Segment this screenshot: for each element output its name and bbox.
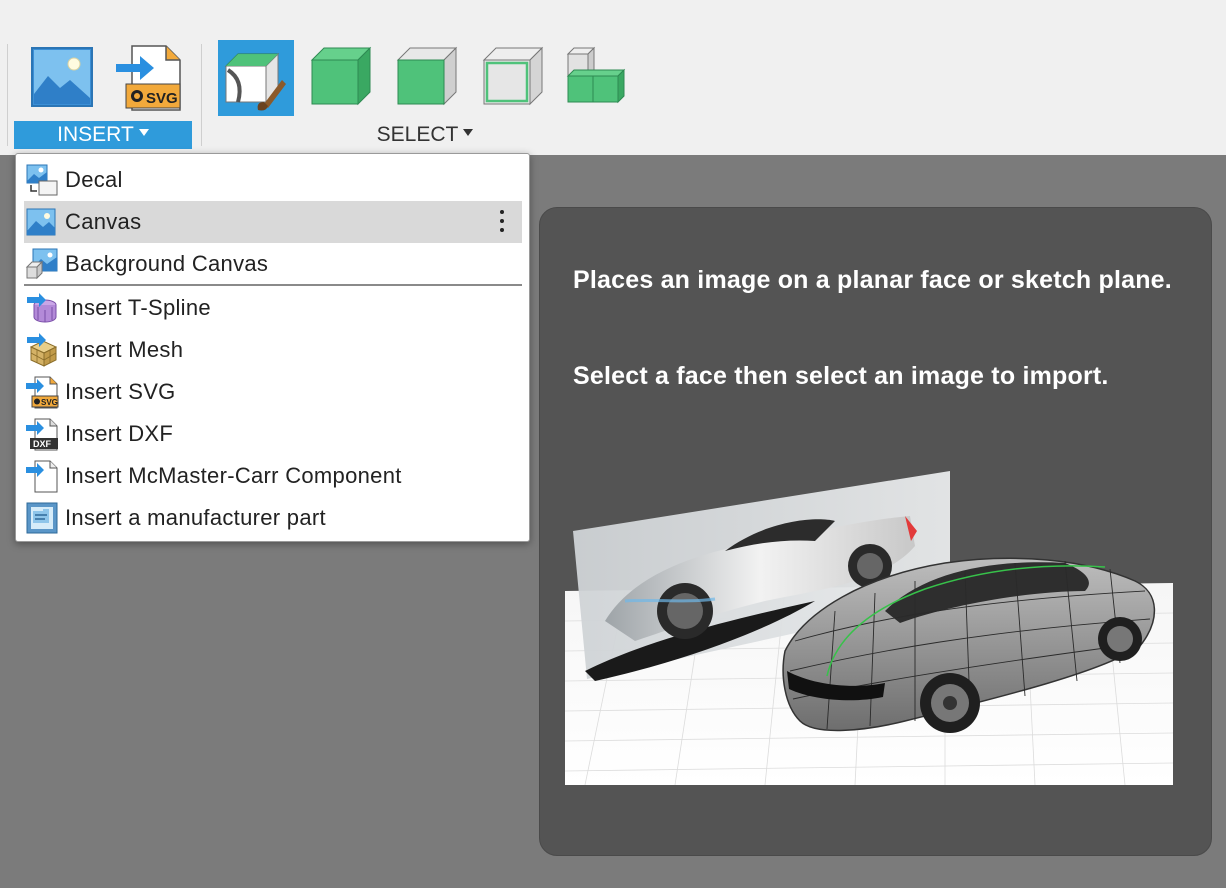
tooltip-instruction: Select a face then select an image to im… (573, 362, 1109, 390)
menu-item-background-canvas[interactable]: Background Canvas (24, 243, 522, 285)
select-paint-button[interactable] (218, 40, 294, 116)
svg-text:SVG: SVG (146, 90, 178, 107)
svg-text:DXF: DXF (33, 439, 52, 449)
more-options-icon[interactable] (500, 210, 504, 236)
caret-down-icon (138, 128, 149, 136)
manufacturer-part-icon (25, 501, 59, 535)
select-component-button[interactable] (560, 40, 636, 116)
menu-item-insert-mcmaster[interactable]: Insert McMaster-Carr Component (24, 455, 522, 497)
canvas-icon (25, 205, 59, 239)
menu-item-label: Background Canvas (65, 251, 269, 276)
insert-svg-button[interactable]: SVG (110, 40, 186, 116)
select-window-button[interactable] (476, 40, 552, 116)
menu-item-insert-mesh[interactable]: Insert Mesh (24, 329, 522, 371)
menu-item-insert-tspline[interactable]: Insert T-Spline (24, 287, 522, 329)
decal-icon (25, 163, 59, 197)
toolbar-separator (201, 44, 202, 146)
mesh-icon (25, 333, 59, 367)
tspline-icon (25, 291, 59, 325)
menu-item-canvas[interactable]: Canvas (24, 201, 522, 243)
svg-icon: SVG (25, 375, 59, 409)
menu-item-label: Decal (65, 167, 123, 192)
svg-text:SVG: SVG (41, 398, 58, 407)
select-dropdown[interactable]: SELECT (330, 121, 520, 149)
menu-item-label: Insert DXF (65, 421, 174, 446)
command-tooltip: Places an image on a planar face or sket… (539, 207, 1212, 856)
image-icon (31, 47, 93, 107)
paint-select-icon (224, 52, 286, 111)
insert-image-button[interactable] (24, 40, 100, 116)
menu-item-decal[interactable]: Decal (24, 159, 522, 201)
background-canvas-icon (25, 247, 59, 281)
menu-item-label: Insert Mesh (65, 337, 184, 362)
toolbar-separator (7, 44, 8, 146)
menu-item-insert-svg[interactable]: SVG Insert SVG (24, 371, 522, 413)
solid-body-icon (310, 46, 372, 106)
toolbar: SVG INSERT SELECT (0, 0, 1226, 155)
menu-divider (24, 284, 522, 286)
window-select-icon (482, 46, 544, 106)
insert-dropdown-label: INSERT (57, 123, 134, 146)
menu-item-insert-manufacturer-part[interactable]: Insert a manufacturer part (24, 497, 522, 539)
tooltip-description: Places an image on a planar face or sket… (573, 266, 1172, 294)
canvas-preview-image (564, 471, 1174, 786)
dxf-icon: DXF (25, 417, 59, 451)
caret-down-icon (463, 128, 474, 136)
select-dropdown-label: SELECT (376, 123, 459, 146)
mcmaster-icon (25, 459, 59, 493)
menu-item-label: Insert T-Spline (65, 295, 211, 320)
menu-item-label: Canvas (65, 209, 142, 234)
menu-item-label: Insert McMaster-Carr Component (65, 463, 402, 488)
select-face-button[interactable] (390, 40, 466, 116)
insert-dropdown[interactable]: INSERT (14, 121, 192, 149)
component-select-icon (566, 46, 626, 104)
face-select-icon (396, 46, 458, 106)
menu-item-insert-dxf[interactable]: DXF Insert DXF (24, 413, 522, 455)
menu-item-label: Insert SVG (65, 379, 176, 404)
svg-file-icon: SVG (116, 45, 181, 111)
select-body-button[interactable] (304, 40, 380, 116)
insert-menu: Decal Canvas Background Canvas Insert T-… (15, 153, 530, 542)
menu-item-label: Insert a manufacturer part (65, 505, 326, 530)
